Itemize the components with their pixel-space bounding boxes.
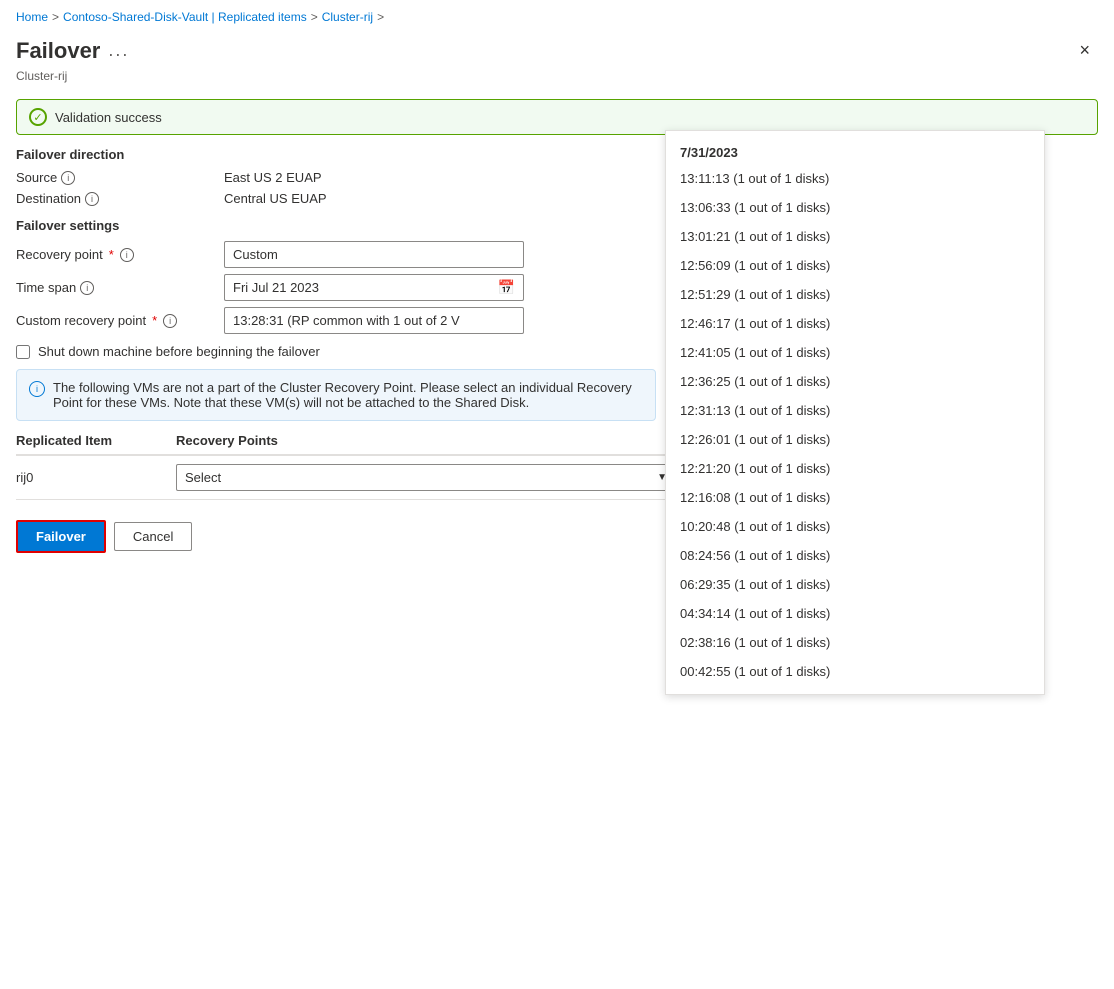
breadcrumb-cluster[interactable]: Cluster-rij xyxy=(322,10,373,24)
recovery-select-dropdown[interactable]: Select ▼ xyxy=(176,464,676,491)
check-circle-icon: ✓ xyxy=(29,108,47,126)
dropdown-item[interactable]: 06:29:35 (1 out of 1 disks) xyxy=(666,570,1044,599)
dropdown-item[interactable]: 02:38:16 (1 out of 1 disks) xyxy=(666,628,1044,657)
dropdown-item[interactable]: 12:46:17 (1 out of 1 disks) xyxy=(666,309,1044,338)
td-item-name: rij0 xyxy=(16,470,176,485)
panel-title-row: Failover ... xyxy=(16,38,129,64)
select-label: Select xyxy=(185,470,221,485)
table-header-row: Replicated Item Recovery Points xyxy=(16,433,676,456)
th-recovery-points: Recovery Points xyxy=(176,433,676,448)
dropdown-item[interactable]: 12:36:25 (1 out of 1 disks) xyxy=(666,367,1044,396)
dropdown-item[interactable]: 12:41:05 (1 out of 1 disks) xyxy=(666,338,1044,367)
info-box-icon: i xyxy=(29,381,45,397)
recovery-point-info-icon[interactable]: i xyxy=(120,248,134,262)
dropdown-item[interactable]: 13:11:13 (1 out of 1 disks) xyxy=(666,164,1044,193)
shutdown-label[interactable]: Shut down machine before beginning the f… xyxy=(38,344,320,359)
breadcrumb-home[interactable]: Home xyxy=(16,10,48,24)
breadcrumb-sep-2: > xyxy=(311,10,318,24)
replicated-items-table: Replicated Item Recovery Points rij0 Sel… xyxy=(16,433,676,500)
dropdown-panel: 7/31/2023 13:11:13 (1 out of 1 disks)13:… xyxy=(665,130,1045,695)
validation-message: Validation success xyxy=(55,110,162,125)
recovery-point-label: Recovery point * i xyxy=(16,247,216,262)
source-value: East US 2 EUAP xyxy=(224,170,322,185)
custom-recovery-info-icon[interactable]: i xyxy=(163,314,177,328)
custom-recovery-input[interactable] xyxy=(224,307,524,334)
source-label: Source i xyxy=(16,170,216,185)
dropdown-item[interactable]: 12:56:09 (1 out of 1 disks) xyxy=(666,251,1044,280)
failover-button[interactable]: Failover xyxy=(16,520,106,553)
shutdown-checkbox[interactable] xyxy=(16,345,30,359)
breadcrumb: Home > Contoso-Shared-Disk-Vault | Repli… xyxy=(0,0,1114,28)
destination-value: Central US EUAP xyxy=(224,191,327,206)
panel-header: Failover ... × xyxy=(0,28,1114,69)
dropdown-item[interactable]: 12:31:13 (1 out of 1 disks) xyxy=(666,396,1044,425)
dropdown-item[interactable]: 04:34:14 (1 out of 1 disks) xyxy=(666,599,1044,628)
cancel-button[interactable]: Cancel xyxy=(114,522,192,551)
recovery-point-input[interactable] xyxy=(224,241,524,268)
time-span-input-wrapper: 📅 xyxy=(224,274,524,301)
info-box-message: The following VMs are not a part of the … xyxy=(53,380,643,410)
td-recovery-select-wrapper: Select ▼ xyxy=(176,464,676,491)
dropdown-date-header: 7/31/2023 xyxy=(666,139,1044,164)
dropdown-item[interactable]: 13:06:33 (1 out of 1 disks) xyxy=(666,193,1044,222)
dropdown-item[interactable]: 00:42:55 (1 out of 1 disks) xyxy=(666,657,1044,686)
time-span-label: Time span i xyxy=(16,280,216,295)
breadcrumb-sep-3: > xyxy=(377,10,384,24)
panel-more-button[interactable]: ... xyxy=(108,40,129,61)
info-box: i The following VMs are not a part of th… xyxy=(16,369,656,421)
panel-title: Failover xyxy=(16,38,100,64)
dropdown-item[interactable]: 12:16:08 (1 out of 1 disks) xyxy=(666,483,1044,512)
destination-label: Destination i xyxy=(16,191,216,206)
dropdown-item[interactable]: 08:24:56 (1 out of 1 disks) xyxy=(666,541,1044,570)
dropdown-item[interactable]: 12:51:29 (1 out of 1 disks) xyxy=(666,280,1044,309)
panel-subtitle: Cluster-rij xyxy=(0,69,1114,91)
th-replicated-item: Replicated Item xyxy=(16,433,176,448)
dropdown-item[interactable]: 12:26:01 (1 out of 1 disks) xyxy=(666,425,1044,454)
time-span-info-icon[interactable]: i xyxy=(80,281,94,295)
dropdown-panel-inner[interactable]: 7/31/2023 13:11:13 (1 out of 1 disks)13:… xyxy=(666,131,1044,694)
table-row: rij0 Select ▼ xyxy=(16,456,676,500)
dropdown-item[interactable]: 13:01:21 (1 out of 1 disks) xyxy=(666,222,1044,251)
destination-info-icon[interactable]: i xyxy=(85,192,99,206)
dropdown-item[interactable]: 12:21:20 (1 out of 1 disks) xyxy=(666,454,1044,483)
dropdown-item[interactable]: 10:20:48 (1 out of 1 disks) xyxy=(666,512,1044,541)
breadcrumb-sep-1: > xyxy=(52,10,59,24)
custom-recovery-label: Custom recovery point * i xyxy=(16,313,216,328)
calendar-icon[interactable]: 📅 xyxy=(490,279,523,296)
page-wrapper: Home > Contoso-Shared-Disk-Vault | Repli… xyxy=(0,0,1114,989)
breadcrumb-vault[interactable]: Contoso-Shared-Disk-Vault | Replicated i… xyxy=(63,10,307,24)
close-button[interactable]: × xyxy=(1071,36,1098,65)
time-span-input[interactable] xyxy=(225,275,490,300)
source-info-icon[interactable]: i xyxy=(61,171,75,185)
